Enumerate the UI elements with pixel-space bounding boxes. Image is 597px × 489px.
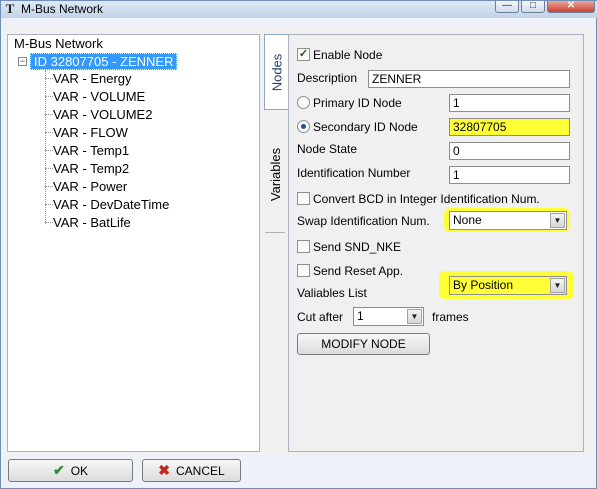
chevron-down-icon[interactable]: ▼ xyxy=(550,213,565,228)
variables-list-label: Valiables List xyxy=(297,286,367,300)
primary-id-radio[interactable] xyxy=(297,96,310,109)
send-snd-nke-checkbox[interactable] xyxy=(297,240,310,253)
tree-item-label: VAR - FLOW xyxy=(53,125,128,140)
mbus-network-window: T M-Bus Network — □ ✕ M-Bus Network − ID… xyxy=(0,0,597,489)
ok-button[interactable]: ✔ OK xyxy=(8,459,133,482)
tree-item-label: VAR - VOLUME xyxy=(53,89,146,104)
cut-after-value: 1 xyxy=(357,309,364,323)
secondary-id-input[interactable]: 32807705 xyxy=(449,118,570,136)
tree-root-label[interactable]: M-Bus Network xyxy=(14,36,103,51)
node-settings-panel: ✓ Enable Node Description ZENNER Primary… xyxy=(289,34,584,452)
tab-divider xyxy=(265,232,285,233)
tree-item-label: VAR - Energy xyxy=(53,71,132,86)
tree-item-label: VAR - DevDateTime xyxy=(53,197,170,212)
close-button[interactable]: ✕ xyxy=(547,1,595,13)
checkmark-icon: ✔ xyxy=(52,462,65,478)
node-state-label: Node State xyxy=(297,142,358,156)
swap-identification-label: Swap Identification Num. xyxy=(297,214,430,228)
tab-variables[interactable]: Variables xyxy=(264,118,288,230)
tree-item-label: VAR - Power xyxy=(53,179,128,194)
cancel-button[interactable]: ✖ CANCEL xyxy=(142,459,241,482)
convert-bcd-checkbox[interactable] xyxy=(297,192,310,205)
cut-after-label: Cut after xyxy=(297,310,344,324)
cut-after-select[interactable]: 1 ▼ xyxy=(353,307,424,326)
swap-identification-select[interactable]: None ▼ xyxy=(449,211,567,230)
collapse-icon[interactable]: − xyxy=(18,57,27,66)
tab-variables-label: Variables xyxy=(268,147,284,201)
tree-item-label: VAR - Temp2 xyxy=(53,161,130,176)
minimize-button[interactable]: — xyxy=(495,1,519,13)
primary-id-label: Primary ID Node xyxy=(313,96,402,110)
convert-bcd-label: Convert BCD in Integer Identification Nu… xyxy=(313,192,540,206)
chevron-down-icon[interactable]: ▼ xyxy=(550,278,565,293)
node-state-input[interactable]: 0 xyxy=(449,142,570,160)
send-reset-label: Send Reset App. xyxy=(313,264,404,278)
variables-list-value: By Position xyxy=(453,278,514,292)
window-title: M-Bus Network xyxy=(21,2,104,16)
description-label: Description xyxy=(297,71,358,85)
cross-icon: ✖ xyxy=(158,462,171,478)
title-bar: T M-Bus Network — □ ✕ xyxy=(1,1,597,18)
tree-item-label: VAR - BatLife xyxy=(53,215,131,230)
identification-number-label: Identification Number xyxy=(297,166,411,180)
ok-label: OK xyxy=(70,464,89,478)
send-reset-checkbox[interactable] xyxy=(297,264,310,277)
primary-id-input[interactable]: 1 xyxy=(449,94,570,112)
modify-node-button[interactable]: MODIFY NODE xyxy=(297,333,430,355)
vertical-tab-strip: Nodes Variables xyxy=(263,34,289,452)
frames-label: frames xyxy=(432,310,469,324)
send-snd-nke-label: Send SND_NKE xyxy=(313,240,402,254)
network-tree[interactable]: M-Bus Network − ID 32807705 - ZENNER VAR… xyxy=(7,34,260,452)
tree-node-selected[interactable]: ID 32807705 - ZENNER xyxy=(30,53,178,70)
description-input[interactable]: ZENNER xyxy=(368,70,570,88)
app-icon: T xyxy=(5,1,15,16)
secondary-id-radio[interactable] xyxy=(297,120,310,133)
swap-identification-value: None xyxy=(453,213,482,227)
maximize-button[interactable]: □ xyxy=(521,1,545,13)
tree-connector-line xyxy=(45,70,46,224)
variables-list-select[interactable]: By Position ▼ xyxy=(449,276,567,295)
tree-item-label: VAR - VOLUME2 xyxy=(53,107,153,122)
tab-nodes[interactable]: Nodes xyxy=(264,34,288,110)
identification-number-input[interactable]: 1 xyxy=(449,166,570,184)
chevron-down-icon[interactable]: ▼ xyxy=(407,309,422,324)
enable-node-checkbox[interactable]: ✓ xyxy=(297,48,310,61)
tab-nodes-label: Nodes xyxy=(269,53,285,91)
secondary-id-label: Secondary ID Node xyxy=(313,120,418,134)
tree-item-label: VAR - Temp1 xyxy=(53,143,130,158)
enable-node-label: Enable Node xyxy=(313,48,383,62)
cancel-label: CANCEL xyxy=(176,464,225,478)
